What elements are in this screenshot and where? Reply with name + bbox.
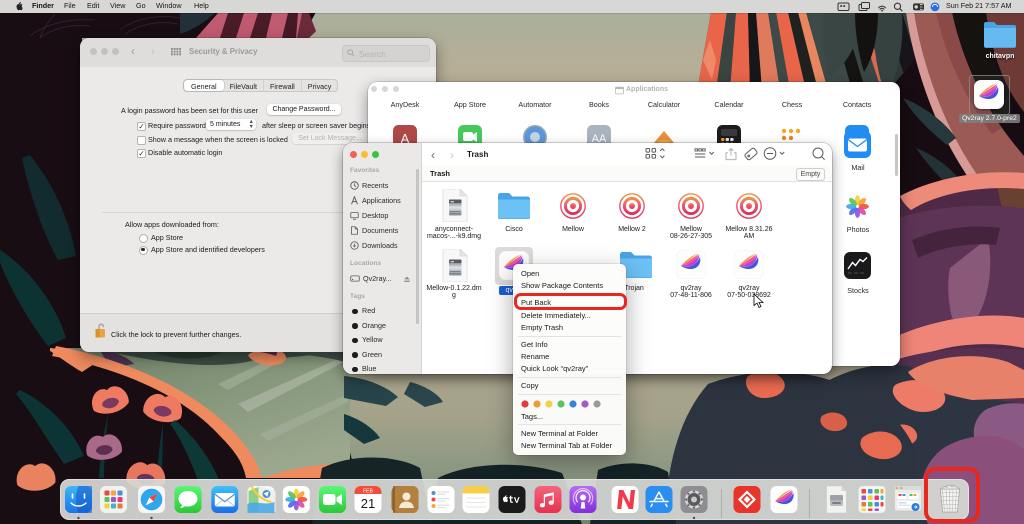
svg-text:21: 21 <box>361 496 375 511</box>
svg-text:FEB: FEB <box>363 489 373 495</box>
